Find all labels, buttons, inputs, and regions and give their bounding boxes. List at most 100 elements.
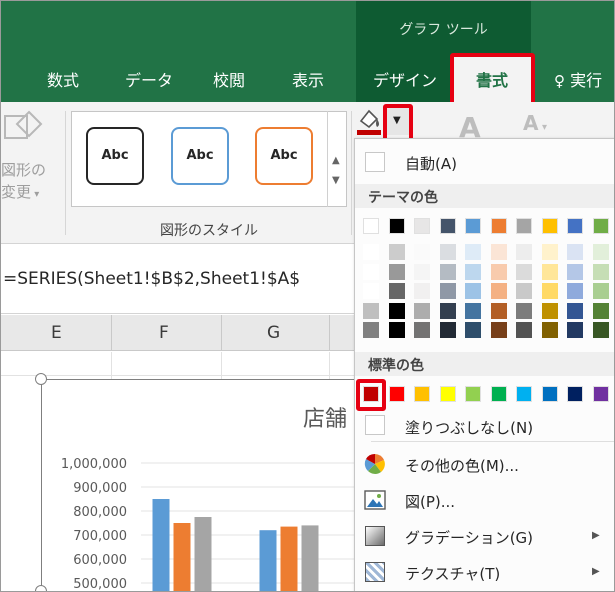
standard-color-swatch[interactable] — [389, 386, 405, 402]
theme-color-shade[interactable] — [567, 283, 583, 299]
shape-style-3[interactable]: Abc — [255, 127, 313, 185]
theme-color-shade[interactable] — [465, 263, 481, 280]
menu-item-more-colors[interactable]: その他の色(M)... — [355, 446, 614, 482]
theme-color-swatch[interactable] — [414, 218, 430, 234]
chart-bar[interactable] — [194, 517, 212, 592]
text-outline-icon[interactable]: A ▾ — [523, 111, 547, 135]
theme-color-shade[interactable] — [414, 302, 430, 319]
tell-me-search[interactable]: ♀ 実行 — [554, 67, 602, 91]
theme-color-shade[interactable] — [516, 263, 532, 280]
menu-item-no-fill[interactable]: 塗りつぶしなし(N) — [355, 408, 614, 444]
standard-color-swatch[interactable] — [363, 386, 379, 402]
theme-color-shade[interactable] — [465, 302, 481, 319]
theme-color-shade[interactable] — [465, 244, 481, 260]
chart-bar[interactable] — [173, 523, 191, 592]
theme-color-shade[interactable] — [440, 322, 456, 338]
theme-color-swatch[interactable] — [542, 218, 558, 234]
theme-color-shade[interactable] — [414, 244, 430, 260]
theme-color-swatch[interactable] — [593, 218, 609, 234]
formula-text[interactable]: =SERIES(Sheet1!$B$2,Sheet1!$A$ — [3, 269, 300, 289]
menu-item-texture[interactable]: テクスチャ(T) — [355, 554, 614, 590]
theme-color-shade[interactable] — [414, 283, 430, 299]
standard-color-swatch[interactable] — [542, 386, 558, 402]
tab-review[interactable]: 校閲 — [213, 67, 245, 91]
theme-color-shade[interactable] — [516, 302, 532, 319]
theme-color-shade[interactable] — [491, 283, 507, 299]
shape-style-2[interactable]: Abc — [171, 127, 229, 185]
theme-color-shade[interactable] — [516, 322, 532, 338]
theme-color-shade[interactable] — [593, 244, 609, 260]
fill-bucket-icon[interactable] — [355, 105, 385, 137]
standard-color-swatch[interactable] — [593, 386, 609, 402]
theme-color-shade[interactable] — [491, 263, 507, 280]
theme-color-swatch[interactable] — [440, 218, 456, 234]
change-shape-icon[interactable] — [3, 108, 43, 148]
standard-color-swatch[interactable] — [516, 386, 532, 402]
theme-color-shade[interactable] — [440, 302, 456, 319]
chart-bar[interactable] — [259, 530, 277, 592]
theme-color-shade[interactable] — [593, 283, 609, 299]
menu-item-gradient[interactable]: グラデーション(G) — [355, 518, 614, 554]
theme-color-shade[interactable] — [363, 283, 379, 299]
chevron-up-icon[interactable]: ▲ — [332, 155, 340, 166]
theme-color-swatch[interactable] — [516, 218, 532, 234]
theme-color-shade[interactable] — [567, 244, 583, 260]
theme-color-shade[interactable] — [440, 263, 456, 280]
theme-color-shade[interactable] — [389, 283, 405, 299]
theme-color-shade[interactable] — [363, 263, 379, 280]
resize-handle[interactable] — [35, 373, 47, 385]
theme-color-swatch[interactable] — [491, 218, 507, 234]
menu-item-automatic[interactable]: 自動(A) — [355, 144, 614, 180]
theme-color-shade[interactable] — [567, 263, 583, 280]
theme-color-shade[interactable] — [414, 263, 430, 280]
theme-color-shade[interactable] — [593, 302, 609, 319]
theme-color-swatch[interactable] — [389, 218, 405, 234]
chart-bar[interactable] — [280, 526, 298, 592]
theme-color-shade[interactable] — [567, 302, 583, 319]
theme-color-shade[interactable] — [542, 283, 558, 299]
theme-color-shade[interactable] — [542, 263, 558, 280]
chart-bar[interactable] — [152, 499, 170, 592]
theme-color-shade[interactable] — [414, 322, 430, 338]
theme-color-swatch[interactable] — [363, 218, 379, 234]
theme-color-shade[interactable] — [542, 302, 558, 319]
theme-color-shade[interactable] — [593, 263, 609, 280]
tab-data[interactable]: データ — [125, 67, 173, 91]
column-header-e[interactable]: E — [51, 323, 62, 343]
standard-color-swatch[interactable] — [491, 386, 507, 402]
theme-color-shade[interactable] — [440, 244, 456, 260]
theme-color-shade[interactable] — [363, 302, 379, 319]
shape-style-1[interactable]: Abc — [86, 127, 144, 185]
theme-color-shade[interactable] — [516, 283, 532, 299]
theme-color-shade[interactable] — [542, 244, 558, 260]
theme-color-shade[interactable] — [516, 244, 532, 260]
column-header-f[interactable]: F — [159, 323, 169, 343]
theme-color-shade[interactable] — [363, 244, 379, 260]
standard-color-swatch[interactable] — [440, 386, 456, 402]
column-header-g[interactable]: G — [267, 323, 280, 343]
tab-formulas[interactable]: 数式 — [47, 67, 79, 91]
theme-color-shade[interactable] — [491, 244, 507, 260]
theme-color-shade[interactable] — [567, 322, 583, 338]
theme-color-shade[interactable] — [491, 302, 507, 319]
theme-color-shade[interactable] — [465, 322, 481, 338]
theme-color-swatch[interactable] — [567, 218, 583, 234]
theme-color-shade[interactable] — [389, 302, 405, 319]
theme-color-shade[interactable] — [389, 244, 405, 260]
chevron-down-icon[interactable]: ▼ — [332, 175, 340, 186]
chart-bar[interactable] — [301, 525, 319, 592]
gallery-scrollbar[interactable]: ▲ ▼ — [327, 111, 347, 207]
theme-color-shade[interactable] — [465, 283, 481, 299]
chart-title[interactable]: 店舗 — [303, 401, 347, 433]
theme-color-shade[interactable] — [389, 322, 405, 338]
theme-color-swatch[interactable] — [465, 218, 481, 234]
theme-color-shade[interactable] — [440, 283, 456, 299]
theme-color-shade[interactable] — [593, 322, 609, 338]
theme-color-shade[interactable] — [491, 322, 507, 338]
theme-color-shade[interactable] — [542, 322, 558, 338]
tab-view[interactable]: 表示 — [292, 67, 324, 91]
standard-color-swatch[interactable] — [414, 386, 430, 402]
tab-design[interactable]: デザイン — [373, 67, 437, 91]
theme-color-shade[interactable] — [363, 322, 379, 338]
theme-color-shade[interactable] — [389, 263, 405, 280]
